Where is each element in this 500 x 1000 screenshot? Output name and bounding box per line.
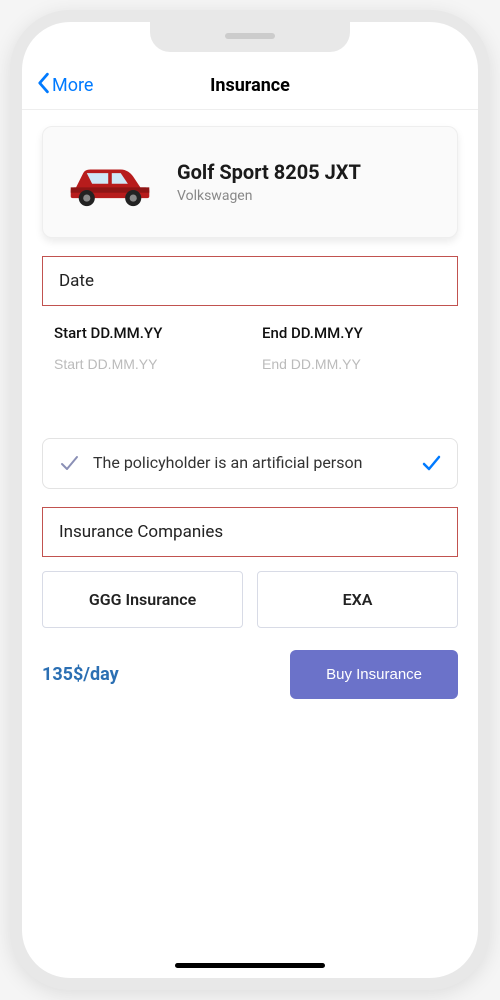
back-label: More: [52, 75, 93, 96]
navbar: More Insurance: [22, 64, 478, 110]
phone-frame: More Insurance: [10, 10, 490, 990]
car-text: Golf Sport 8205 JXT Volkswagen: [177, 160, 361, 204]
end-date-label: End DD.MM.YY: [262, 324, 446, 342]
back-button[interactable]: More: [36, 72, 93, 99]
end-date-input[interactable]: [262, 356, 446, 372]
check-icon: [421, 453, 441, 473]
date-grid: Start DD.MM.YY End DD.MM.YY: [42, 306, 458, 382]
start-date-label: Start DD.MM.YY: [54, 324, 238, 342]
home-indicator[interactable]: [175, 963, 325, 968]
price-label: 135$/day: [42, 664, 119, 685]
check-icon: [59, 453, 79, 473]
page-title: Insurance: [210, 75, 290, 96]
chevron-left-icon: [36, 72, 50, 99]
buy-button[interactable]: Buy Insurance: [290, 650, 458, 699]
company-option-exa[interactable]: EXA: [257, 571, 458, 628]
screen: More Insurance: [22, 22, 478, 978]
date-header: Date: [42, 256, 458, 306]
company-list: GGG Insurance EXA: [42, 571, 458, 628]
footer-bar: 135$/day Buy Insurance: [42, 650, 458, 699]
companies-header: Insurance Companies: [42, 507, 458, 557]
car-make: Volkswagen: [177, 188, 361, 204]
company-option-ggg[interactable]: GGG Insurance: [42, 571, 243, 628]
car-card: Golf Sport 8205 JXT Volkswagen: [42, 126, 458, 238]
phone-notch: [150, 22, 350, 52]
car-name: Golf Sport 8205 JXT: [177, 160, 361, 184]
start-date-input[interactable]: [54, 356, 238, 372]
policyholder-toggle[interactable]: The policyholder is an artificial person: [42, 438, 458, 489]
content: Golf Sport 8205 JXT Volkswagen Date Star…: [22, 110, 478, 978]
policyholder-text: The policyholder is an artificial person: [93, 453, 407, 474]
car-icon: [65, 157, 155, 207]
